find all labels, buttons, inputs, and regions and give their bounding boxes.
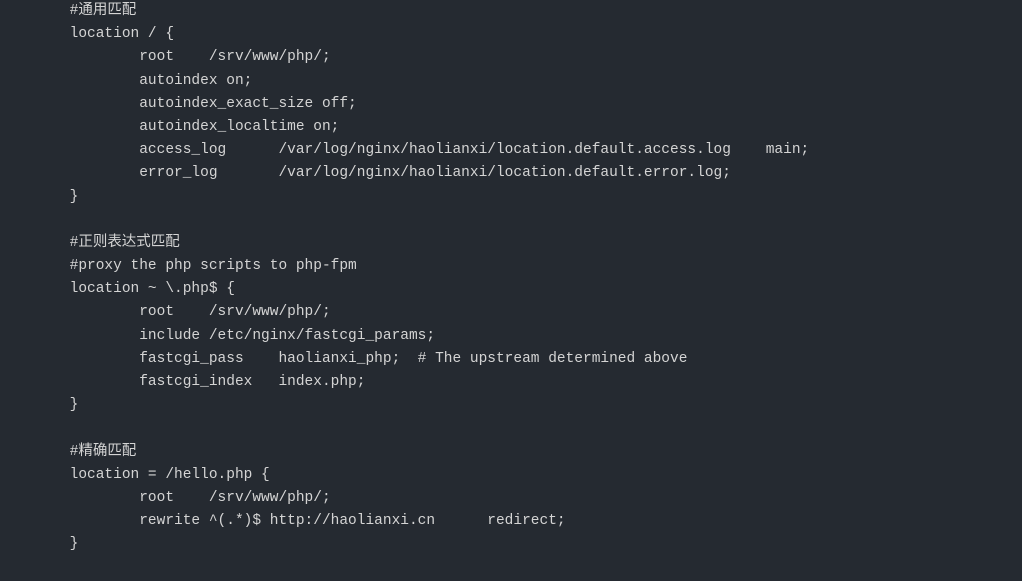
code-content: #通用匹配 location / { root /srv/www/php/; a… [0, 3, 809, 552]
nginx-config-code: #通用匹配 location / { root /srv/www/php/; a… [0, 0, 1022, 557]
